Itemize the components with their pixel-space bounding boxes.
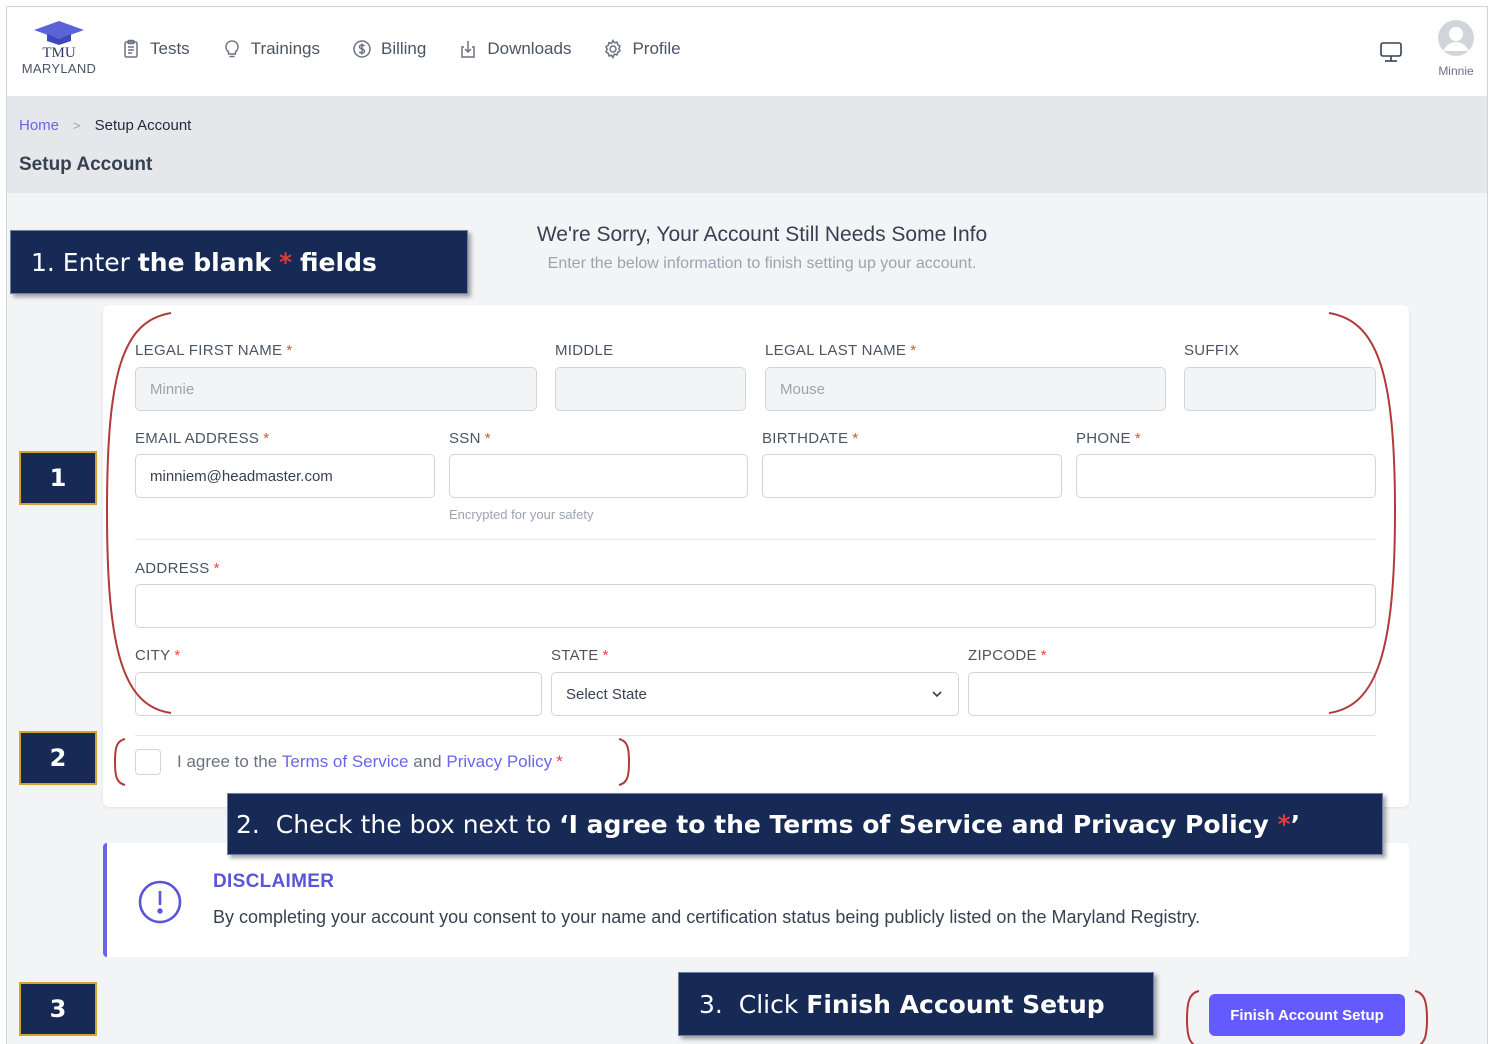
breadcrumb: Home > Setup Account bbox=[19, 117, 191, 134]
email-label: EMAIL ADDRESS * bbox=[135, 430, 270, 447]
nav-items: Tests Trainings Billing Downloads Profil… bbox=[121, 39, 713, 59]
lightbulb-icon bbox=[224, 40, 239, 58]
terms-of-service-link[interactable]: Terms of Service bbox=[282, 752, 409, 772]
phone-input[interactable] bbox=[1076, 454, 1376, 498]
zipcode-label: ZIPCODE * bbox=[968, 647, 1047, 664]
middle-label: MIDDLE bbox=[555, 342, 614, 359]
app-window: TMU MARYLAND Tests Trainings Billing Dow… bbox=[6, 6, 1488, 1044]
nav-trainings[interactable]: Trainings bbox=[222, 39, 320, 59]
nav-tests-label: Tests bbox=[150, 39, 190, 58]
avatar-icon bbox=[1438, 20, 1474, 56]
birthdate-label: BIRTHDATE * bbox=[762, 430, 859, 447]
breadcrumb-home[interactable]: Home bbox=[19, 117, 59, 134]
nav-downloads[interactable]: Downloads bbox=[458, 39, 571, 59]
agree-pre-text: I agree to the bbox=[177, 752, 278, 771]
legal-first-name-input[interactable] bbox=[135, 367, 537, 411]
zipcode-input[interactable] bbox=[968, 672, 1376, 716]
gear-icon bbox=[605, 39, 622, 59]
exclamation-circle-icon bbox=[138, 880, 182, 924]
nav-tests[interactable]: Tests bbox=[121, 39, 190, 59]
logo-maryland-text: MARYLAND bbox=[21, 61, 97, 76]
email-input[interactable] bbox=[135, 454, 435, 498]
nav-profile-label: Profile bbox=[632, 39, 681, 58]
step-2-callout-star: * bbox=[1277, 809, 1291, 839]
state-select[interactable]: Select State bbox=[551, 672, 959, 716]
chevron-down-icon bbox=[932, 691, 942, 698]
step-1-callout-fields: fields bbox=[300, 247, 377, 277]
required-star: * bbox=[556, 752, 563, 771]
step-3-badge: 3 bbox=[19, 982, 97, 1036]
state-label: STATE * bbox=[551, 647, 609, 664]
logo-tmu-text: TMU bbox=[42, 45, 76, 61]
phone-label: PHONE * bbox=[1076, 430, 1141, 447]
disclaimer-title: DISCLAIMER bbox=[213, 871, 335, 892]
step-1-badge: 1 bbox=[19, 451, 97, 505]
suffix-input[interactable] bbox=[1184, 367, 1376, 411]
state-select-value: Select State bbox=[566, 685, 647, 703]
section-divider bbox=[135, 539, 1376, 540]
city-input[interactable] bbox=[135, 672, 542, 716]
user-menu[interactable]: Minnie bbox=[1433, 19, 1479, 78]
dollar-icon bbox=[353, 40, 371, 58]
step-2-callout: 2. Check the box next to ‘I agree to the… bbox=[227, 793, 1383, 855]
tmu-logo[interactable]: TMU MARYLAND bbox=[17, 19, 101, 76]
step-1-callout-star: * bbox=[278, 247, 293, 277]
download-icon bbox=[461, 41, 476, 58]
step-3-callout-pre: 3. Click bbox=[699, 989, 807, 1019]
breadcrumb-current: Setup Account bbox=[94, 117, 192, 134]
step-2-badge: 2 bbox=[19, 731, 97, 785]
nav-downloads-label: Downloads bbox=[487, 39, 572, 58]
privacy-policy-link[interactable]: Privacy Policy bbox=[446, 752, 552, 772]
nav-billing[interactable]: Billing bbox=[352, 39, 426, 59]
disclaimer-box: DISCLAIMER By completing your account yo… bbox=[103, 843, 1409, 957]
page-header: Home > Setup Account Setup Account bbox=[7, 97, 1487, 193]
agree-divider bbox=[135, 735, 1376, 736]
step-1-callout: 1. Enter the blank * fields bbox=[10, 230, 468, 294]
ssn-label: SSN * bbox=[449, 430, 491, 447]
agree-and-text: and bbox=[413, 752, 442, 771]
nav-right: Minnie bbox=[1379, 19, 1479, 78]
step-3-callout: 3. Click Finish Account Setup bbox=[678, 972, 1154, 1036]
graduation-cap-icon bbox=[34, 21, 84, 45]
monitor-icon[interactable] bbox=[1379, 41, 1403, 63]
clipboard-icon bbox=[124, 39, 138, 58]
ssn-input[interactable] bbox=[449, 454, 748, 498]
terms-checkbox[interactable] bbox=[135, 749, 161, 775]
step-1-callout-bold: the blank bbox=[137, 247, 272, 277]
top-navigation: TMU MARYLAND Tests Trainings Billing Dow… bbox=[7, 7, 1487, 97]
step-2-callout-pre: 2. Check the box next to bbox=[236, 809, 560, 839]
disclaimer-text: By completing your account you consent t… bbox=[213, 907, 1201, 927]
terms-agreement: I agree to the Terms of Service and Priv… bbox=[135, 749, 563, 775]
suffix-label: SUFFIX bbox=[1184, 342, 1240, 359]
birthdate-input[interactable] bbox=[762, 454, 1062, 498]
address-label: ADDRESS * bbox=[135, 560, 220, 577]
breadcrumb-separator: > bbox=[73, 118, 81, 133]
nav-profile[interactable]: Profile bbox=[603, 39, 681, 59]
step-1-callout-pre: 1. Enter bbox=[31, 247, 138, 277]
city-label: CITY * bbox=[135, 647, 181, 664]
step-2-callout-end: ’ bbox=[1290, 809, 1301, 839]
setup-form-card: LEGAL FIRST NAME* MIDDLE LEGAL LAST NAME… bbox=[103, 305, 1409, 807]
step-3-callout-bold: Finish Account Setup bbox=[806, 989, 1105, 1019]
legal-last-name-input[interactable] bbox=[765, 367, 1166, 411]
finish-account-setup-button[interactable]: Finish Account Setup bbox=[1209, 994, 1405, 1036]
nav-billing-label: Billing bbox=[380, 39, 427, 58]
legal-first-name-label: LEGAL FIRST NAME * bbox=[135, 342, 293, 359]
ssn-hint: Encrypted for your safety bbox=[449, 507, 594, 522]
step-2-callout-bold: ‘I agree to the Terms of Service and Pri… bbox=[559, 809, 1278, 839]
user-name: Minnie bbox=[1438, 64, 1474, 78]
address-input[interactable] bbox=[135, 584, 1376, 628]
legal-last-name-label: LEGAL LAST NAME * bbox=[765, 342, 917, 359]
page-title: Setup Account bbox=[19, 154, 153, 175]
middle-name-input[interactable] bbox=[555, 367, 746, 411]
nav-trainings-label: Trainings bbox=[250, 39, 320, 58]
